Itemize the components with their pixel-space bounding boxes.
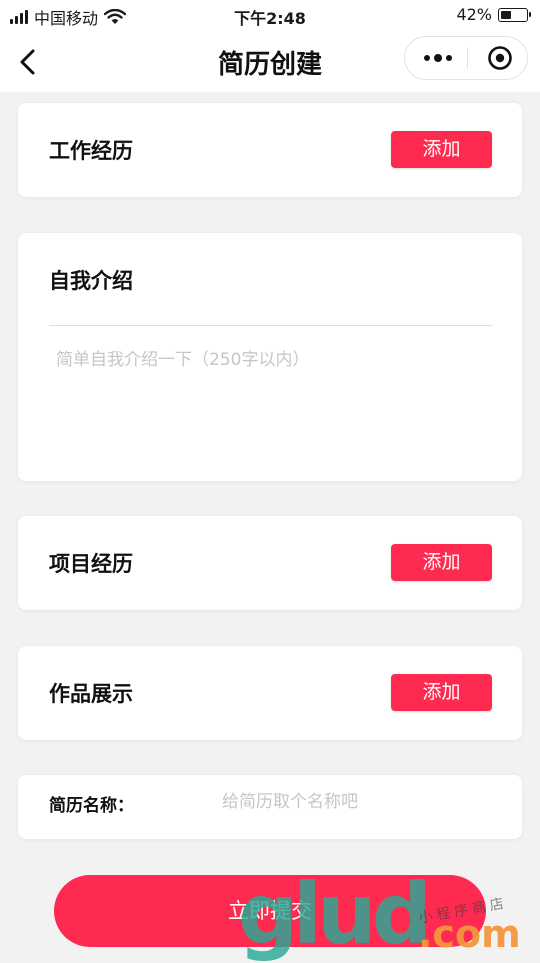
status-right: 42% xyxy=(456,5,531,24)
portfolio-title: 作品展示 xyxy=(49,682,133,706)
more-button[interactable] xyxy=(413,37,463,79)
close-button[interactable] xyxy=(477,37,523,79)
back-button[interactable] xyxy=(12,44,48,80)
add-project-experience-button[interactable]: 添加 xyxy=(391,544,492,581)
more-dot-center xyxy=(434,54,442,62)
capsule-divider xyxy=(467,47,468,69)
resume-name-label: 简历名称： xyxy=(49,796,134,816)
self-intro-card: 自我介绍 xyxy=(18,233,522,481)
self-intro-divider xyxy=(49,325,492,326)
self-intro-textarea[interactable] xyxy=(56,345,496,455)
work-experience-title: 工作经历 xyxy=(49,139,133,163)
battery-level-fill xyxy=(501,10,511,19)
portfolio-card: 作品展示 添加 xyxy=(18,646,522,740)
battery-icon xyxy=(498,7,531,22)
project-experience-title: 项目经历 xyxy=(49,552,133,576)
nav-bar: 简历创建 xyxy=(0,32,540,92)
project-experience-card: 项目经历 添加 xyxy=(18,516,522,610)
more-dots-icon xyxy=(424,55,430,61)
battery-percent: 42% xyxy=(456,5,492,24)
close-target-icon xyxy=(488,46,512,70)
resume-name-input[interactable] xyxy=(222,787,492,817)
submit-button[interactable]: 立即提交 xyxy=(54,875,486,947)
mini-program-capsule xyxy=(404,36,528,80)
work-experience-card: 工作经历 添加 xyxy=(18,103,522,197)
add-work-experience-button[interactable]: 添加 xyxy=(391,131,492,168)
self-intro-title: 自我介绍 xyxy=(49,269,133,293)
back-arrow-icon xyxy=(20,49,35,75)
more-dot-right xyxy=(446,55,452,61)
resume-name-card: 简历名称： xyxy=(18,775,522,839)
status-bar: 中国移动 下午2:48 42% xyxy=(0,0,540,32)
add-portfolio-button[interactable]: 添加 xyxy=(391,674,492,711)
